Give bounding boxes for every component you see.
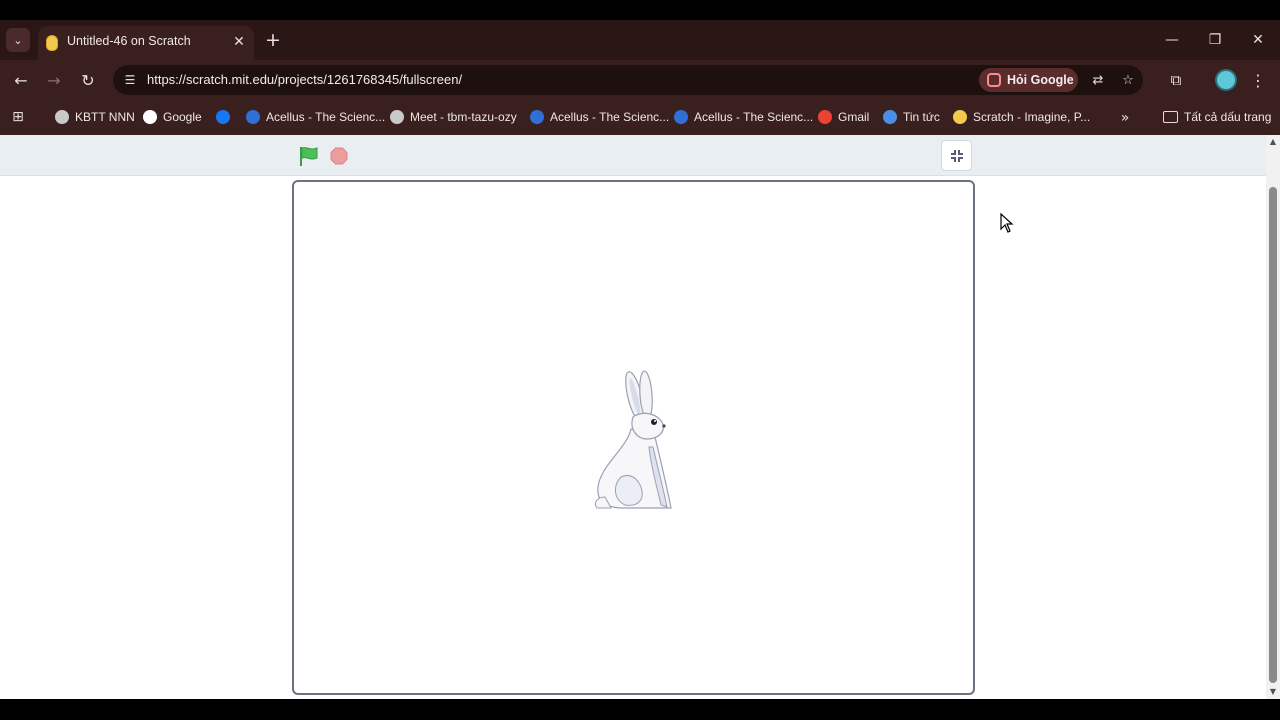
minimize-button[interactable]: —: [1157, 28, 1187, 52]
close-icon: ✕: [1252, 32, 1264, 48]
address-bar[interactable]: ☰ https://scratch.mit.edu/projects/12617…: [113, 65, 1143, 95]
bookmark-label: Acellus - The Scienc...: [694, 110, 814, 124]
ask-google-button[interactable]: Hỏi Google: [979, 68, 1078, 92]
scratch-stage[interactable]: [292, 180, 975, 695]
url-text[interactable]: https://scratch.mit.edu/projects/1261768…: [147, 72, 462, 87]
puzzle-icon: ⧉: [1170, 71, 1182, 89]
arrow-right-icon: →: [47, 70, 61, 90]
bookmark-label: Gmail: [838, 110, 870, 124]
back-button[interactable]: ←: [9, 68, 33, 92]
scratch-favicon-icon: [46, 35, 58, 51]
bookmarks-bar: ⊞ KBTT NNN Google Acellus - The Scienc... M…: [0, 100, 1280, 135]
folder-icon: [1163, 111, 1178, 123]
bookmark-item[interactable]: Gmail: [818, 107, 869, 127]
scratch-icon: [953, 110, 967, 124]
gmail-icon: [818, 110, 832, 124]
bookmark-label: KBTT NNN: [75, 110, 135, 124]
exit-fullscreen-icon: [950, 149, 963, 162]
news-icon: [883, 110, 897, 124]
all-bookmarks-label: Tất cả dấu trang: [1184, 110, 1272, 124]
google-icon: [143, 110, 157, 124]
reload-icon: ↻: [81, 70, 95, 90]
bookmark-star-icon[interactable]: ☆: [1119, 71, 1137, 89]
bookmark-item[interactable]: Acellus - The Scienc...: [530, 107, 669, 127]
apps-grid-icon[interactable]: ⊞: [10, 109, 26, 125]
minimize-icon: —: [1165, 32, 1179, 48]
bookmark-item[interactable]: Meet - tbm-tazu-ozy: [390, 107, 517, 127]
globe-icon: [55, 110, 69, 124]
site-settings-icon[interactable]: ☰: [121, 71, 139, 89]
bookmark-item[interactable]: Acellus - The Scienc...: [674, 107, 813, 127]
acellus-icon: [246, 110, 260, 124]
player-controls-bar: [0, 135, 1266, 176]
tab-strip: ⌄ Untitled-46 on Scratch ✕ + — ❐ ✕: [0, 20, 1280, 60]
restore-button[interactable]: ❐: [1200, 28, 1230, 52]
green-flag-button[interactable]: [298, 145, 320, 167]
scrollbar-thumb[interactable]: [1269, 187, 1277, 683]
double-chevron-right-icon: »: [1120, 110, 1130, 126]
bookmark-label: Acellus - The Scienc...: [266, 110, 386, 124]
bookmark-item[interactable]: Google: [143, 107, 202, 127]
stop-button[interactable]: [330, 147, 348, 165]
more-bookmarks-button[interactable]: »: [1115, 108, 1135, 128]
globe-icon: [390, 110, 404, 124]
screen-top-bar: [0, 0, 1280, 20]
plus-icon: +: [265, 29, 281, 51]
acellus-icon: [674, 110, 688, 124]
scroll-up-arrow-icon[interactable]: ▲: [1269, 137, 1277, 146]
bookmark-item[interactable]: [216, 107, 230, 127]
tab-active[interactable]: Untitled-46 on Scratch ✕: [38, 26, 254, 60]
screen-bottom-bar: [0, 699, 1280, 720]
browser-toolbar: ← → ↻ ☰ https://scratch.mit.edu/projects…: [0, 60, 1280, 100]
bookmark-item[interactable]: Tin tức: [883, 107, 940, 127]
ask-google-label: Hỏi Google: [1007, 73, 1074, 87]
facebook-icon: [216, 110, 230, 124]
profile-avatar[interactable]: [1215, 69, 1237, 91]
hare-sprite[interactable]: [591, 367, 681, 512]
bookmark-label: Acellus - The Scienc...: [550, 110, 670, 124]
bookmark-label: Tin tức: [903, 110, 940, 124]
arrow-left-icon: ←: [14, 70, 28, 90]
translate-icon[interactable]: ⇄: [1089, 71, 1107, 89]
forward-button[interactable]: →: [42, 68, 66, 92]
bookmark-item[interactable]: Scratch - Imagine, P...: [953, 107, 1090, 127]
reload-button[interactable]: ↻: [76, 68, 100, 92]
acellus-icon: [530, 110, 544, 124]
bookmark-label: Google: [163, 110, 202, 124]
kebab-menu-icon: ⋮: [1250, 70, 1266, 90]
close-icon: ✕: [233, 34, 245, 50]
bookmark-label: Meet - tbm-tazu-ozy: [410, 110, 517, 124]
mouse-cursor-icon: [1000, 213, 1014, 233]
lens-icon: [987, 73, 1001, 87]
restore-icon: ❐: [1208, 32, 1222, 48]
bookmark-label: Scratch - Imagine, P...: [973, 110, 1091, 124]
tab-close-button[interactable]: ✕: [230, 33, 248, 51]
chevron-down-icon: ⌄: [13, 33, 23, 47]
bookmark-item[interactable]: Acellus - The Scienc...: [246, 107, 385, 127]
close-window-button[interactable]: ✕: [1243, 28, 1273, 52]
all-bookmarks-folder[interactable]: Tất cả dấu trang: [1163, 107, 1271, 127]
scroll-down-arrow-icon[interactable]: ▼: [1269, 687, 1277, 696]
browser-menu-button[interactable]: ⋮: [1248, 68, 1268, 92]
bookmark-item[interactable]: KBTT NNN: [55, 107, 135, 127]
extensions-button[interactable]: ⧉: [1164, 68, 1188, 92]
scratch-fullscreen-page: [0, 135, 1266, 699]
browser-chrome: ⌄ Untitled-46 on Scratch ✕ + — ❐ ✕ ← → ↻…: [0, 20, 1280, 135]
page-scrollbar[interactable]: ▲ ▼: [1266, 135, 1280, 699]
new-tab-button[interactable]: +: [262, 29, 284, 51]
tab-search-button[interactable]: ⌄: [6, 28, 30, 52]
exit-fullscreen-button[interactable]: [941, 140, 972, 171]
tab-title: Untitled-46 on Scratch: [67, 34, 191, 48]
